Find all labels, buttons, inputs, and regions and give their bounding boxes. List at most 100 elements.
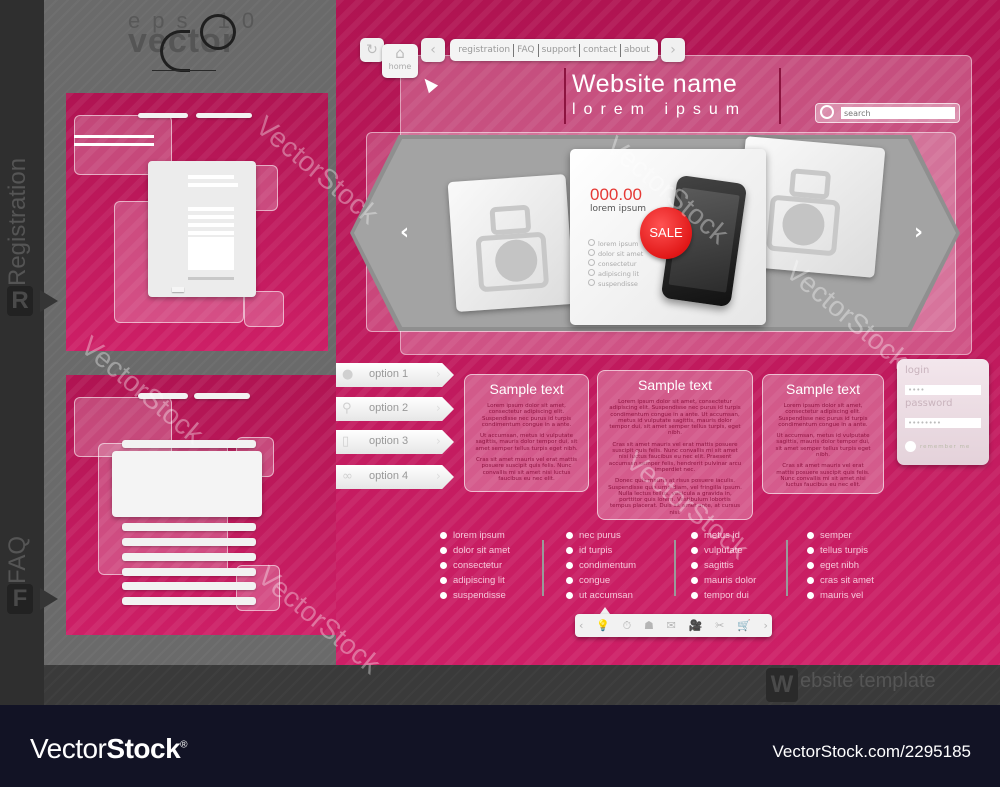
header-divider	[779, 68, 781, 124]
registration-preview[interactable]	[66, 93, 328, 351]
login-widget: login password remember me	[897, 359, 989, 465]
footer-link[interactable]: suspendisse	[440, 588, 510, 603]
footer-link[interactable]: metus id	[691, 528, 756, 543]
product-feature: dolor sit amet	[588, 249, 643, 259]
footer-link[interactable]: nec purus	[566, 528, 636, 543]
remember-me-radio[interactable]	[905, 441, 916, 452]
bezier-circle-icon	[200, 14, 236, 50]
footer-list-3: metus id vulputate sagittis mauris dolor…	[691, 528, 756, 603]
phone-icon: ▯	[342, 434, 350, 449]
login-input[interactable]	[905, 385, 981, 395]
user-icon: ●	[342, 367, 354, 382]
image-id: VectorStock.com/2295185	[772, 742, 971, 761]
handshake-icon: ∞	[342, 469, 353, 484]
camera-icon[interactable]: 🎥	[689, 619, 703, 632]
footer-link[interactable]: tempor dui	[691, 588, 756, 603]
search-icon[interactable]	[820, 105, 834, 119]
slider-prev-button[interactable]: ‹	[400, 220, 409, 245]
preview-nav	[194, 393, 250, 399]
stock-footer: VectorStock® VectorStock.com/2295185	[0, 705, 1000, 787]
footer-link[interactable]: vulputate	[691, 543, 756, 558]
form-field	[188, 175, 234, 179]
nav-link-faq[interactable]: FAQ	[514, 45, 537, 55]
faq-badge: F	[7, 584, 33, 614]
form-field	[188, 223, 234, 227]
faq-preview[interactable]	[66, 375, 336, 635]
footer-link[interactable]: tellus turpis	[807, 543, 874, 558]
top-nav-bar: registration FAQ support contact about	[450, 39, 658, 61]
iconbar-next-button[interactable]: ›	[764, 619, 768, 632]
nav-link-registration[interactable]: registration	[455, 45, 513, 55]
option-label: option 4	[369, 470, 409, 482]
form-field	[188, 231, 234, 235]
footer-link[interactable]: sagittis	[691, 558, 756, 573]
password-input[interactable]	[905, 418, 981, 428]
cart-icon[interactable]: 🛒	[737, 619, 751, 632]
preview-nav	[138, 393, 188, 399]
slider-next-button[interactable]: ›	[914, 220, 923, 245]
envelope-icon[interactable]: ✉	[667, 619, 676, 632]
stopwatch-icon[interactable]: ⏱	[623, 619, 632, 633]
sample-paragraph: Ut accumsan, metus id vulputate sagittis…	[475, 433, 578, 452]
camera-icon	[788, 168, 832, 200]
faq-question-bar	[122, 597, 256, 605]
footer-link[interactable]: condimentum	[566, 558, 636, 573]
side-label-faq: FAQ	[4, 535, 31, 584]
preview-nav	[138, 113, 188, 118]
footer-link[interactable]: consectetur	[440, 558, 510, 573]
nav-next-button[interactable]: ›	[661, 38, 685, 62]
preview-registration-form	[148, 161, 256, 297]
bulb-icon[interactable]: 💡	[596, 619, 610, 632]
option-label: option 3	[369, 435, 409, 447]
slide-card-left[interactable]	[447, 174, 575, 312]
faq-question-bar	[122, 523, 256, 531]
footer-link[interactable]: semper	[807, 528, 874, 543]
option-label: option 1	[369, 368, 409, 380]
search-input[interactable]	[841, 107, 955, 119]
option-2-button[interactable]: ⚲ option 2 ›	[336, 397, 454, 421]
robot-icon[interactable]: ☗	[644, 619, 654, 632]
form-field	[188, 183, 238, 187]
preview-title-line	[74, 135, 154, 138]
camera-icon	[489, 204, 532, 236]
footer-link[interactable]: mauris dolor	[691, 573, 756, 588]
footer-link[interactable]: congue	[566, 573, 636, 588]
footer-divider	[542, 540, 544, 596]
iconbar-prev-button[interactable]: ‹	[579, 619, 583, 632]
footer-link[interactable]: lorem ipsum	[440, 528, 510, 543]
chevron-right-icon: ›	[436, 401, 441, 415]
footer-link[interactable]: id turpis	[566, 543, 636, 558]
footer-link[interactable]: adipiscing lit	[440, 573, 510, 588]
footer-list-2: nec purus id turpis condimentum congue u…	[566, 528, 636, 603]
stage: eps 10 vector Registration R FAQ F ↻ ⌂ h…	[0, 0, 1000, 787]
nav-link-support[interactable]: support	[539, 45, 580, 55]
footer-list-1: lorem ipsum dolor sit amet consectetur a…	[440, 528, 510, 603]
nav-link-contact[interactable]: contact	[580, 45, 620, 55]
chevron-left-icon: ‹	[400, 220, 410, 245]
nav-link-about[interactable]: about	[621, 45, 653, 55]
remember-me-option[interactable]: remember me	[905, 441, 981, 452]
chevron-right-icon: ›	[436, 469, 441, 483]
product-slide[interactable]: 000.00 lorem ipsum lorem ipsum dolor sit…	[570, 149, 766, 325]
footer-link[interactable]: ut accumsan	[566, 588, 636, 603]
home-button[interactable]: ⌂ home	[382, 44, 418, 78]
form-field	[188, 215, 234, 219]
option-4-button[interactable]: ∞ option 4 ›	[336, 465, 454, 489]
option-3-button[interactable]: ▯ option 3 ›	[336, 430, 454, 454]
password-label: password	[905, 398, 953, 409]
footer-link[interactable]: dolor sit amet	[440, 543, 510, 558]
nav-prev-button[interactable]: ‹	[421, 38, 445, 62]
preview-title-line	[74, 143, 154, 146]
sample-paragraph: Cras sit amet mauris vel erat mattis pos…	[476, 457, 577, 482]
tools-icon[interactable]: ✂	[715, 619, 724, 632]
footer-link[interactable]: eget nibh	[807, 558, 874, 573]
registration-badge: R	[7, 286, 33, 316]
home-icon: ⌂	[395, 44, 405, 62]
sample-title: Sample text	[489, 381, 564, 397]
refresh-button[interactable]: ↻	[360, 38, 384, 62]
footer-link[interactable]: mauris vel	[807, 588, 874, 603]
option-1-button[interactable]: ● option 1 ›	[336, 363, 454, 387]
form-submit	[172, 287, 184, 292]
footer-link[interactable]: cras sit amet	[807, 573, 874, 588]
form-field	[188, 207, 234, 211]
